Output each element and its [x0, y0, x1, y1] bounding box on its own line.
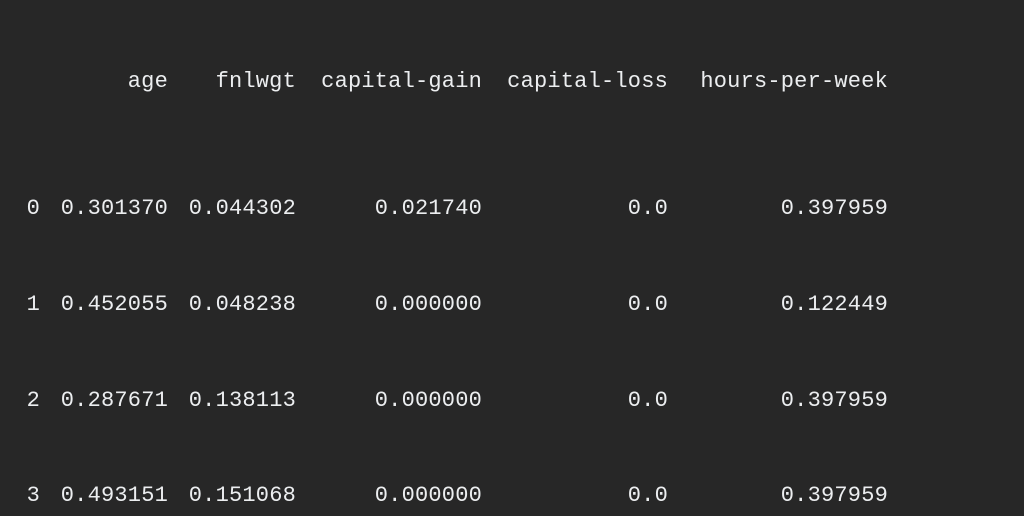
- row-index: 3: [6, 480, 40, 512]
- cell-age: 0.493151: [40, 480, 168, 512]
- column-header-index: [6, 66, 40, 98]
- padding: [888, 289, 1018, 321]
- row-index: 1: [6, 289, 40, 321]
- column-header-age: age: [40, 66, 168, 98]
- cell-capital-loss: 0.0: [482, 289, 668, 321]
- cell-fnlwgt: 0.151068: [168, 480, 296, 512]
- row-index: 2: [6, 385, 40, 417]
- column-header-capital-loss: capital-loss: [482, 66, 668, 98]
- padding: [888, 385, 1018, 417]
- table-row: 10.4520550.0482380.0000000.00.122449: [6, 289, 1018, 321]
- column-header-capital-gain: capital-gain: [296, 66, 482, 98]
- cell-fnlwgt: 0.138113: [168, 385, 296, 417]
- cell-age: 0.287671: [40, 385, 168, 417]
- column-header-hours-per-week: hours-per-week: [668, 66, 888, 98]
- cell-capital-gain: 0.000000: [296, 289, 482, 321]
- table-header-row: age fnlwgt capital-gain capital-loss hou…: [6, 66, 1018, 98]
- cell-hours-per-week: 0.122449: [668, 289, 888, 321]
- padding: [888, 66, 1018, 98]
- dataframe-output: age fnlwgt capital-gain capital-loss hou…: [0, 0, 1024, 516]
- cell-age: 0.301370: [40, 193, 168, 225]
- cell-fnlwgt: 0.048238: [168, 289, 296, 321]
- cell-capital-loss: 0.0: [482, 385, 668, 417]
- padding: [888, 480, 1018, 512]
- column-header-fnlwgt: fnlwgt: [168, 66, 296, 98]
- padding: [888, 193, 1018, 225]
- cell-capital-loss: 0.0: [482, 193, 668, 225]
- cell-capital-gain: 0.000000: [296, 480, 482, 512]
- table-row: 00.3013700.0443020.0217400.00.397959: [6, 193, 1018, 225]
- cell-capital-gain: 0.021740: [296, 193, 482, 225]
- cell-hours-per-week: 0.397959: [668, 480, 888, 512]
- cell-fnlwgt: 0.044302: [168, 193, 296, 225]
- table-row: 30.4931510.1510680.0000000.00.397959: [6, 480, 1018, 512]
- row-index: 0: [6, 193, 40, 225]
- cell-hours-per-week: 0.397959: [668, 193, 888, 225]
- table-row: 20.2876710.1381130.0000000.00.397959: [6, 385, 1018, 417]
- cell-capital-gain: 0.000000: [296, 385, 482, 417]
- cell-capital-loss: 0.0: [482, 480, 668, 512]
- cell-age: 0.452055: [40, 289, 168, 321]
- cell-hours-per-week: 0.397959: [668, 385, 888, 417]
